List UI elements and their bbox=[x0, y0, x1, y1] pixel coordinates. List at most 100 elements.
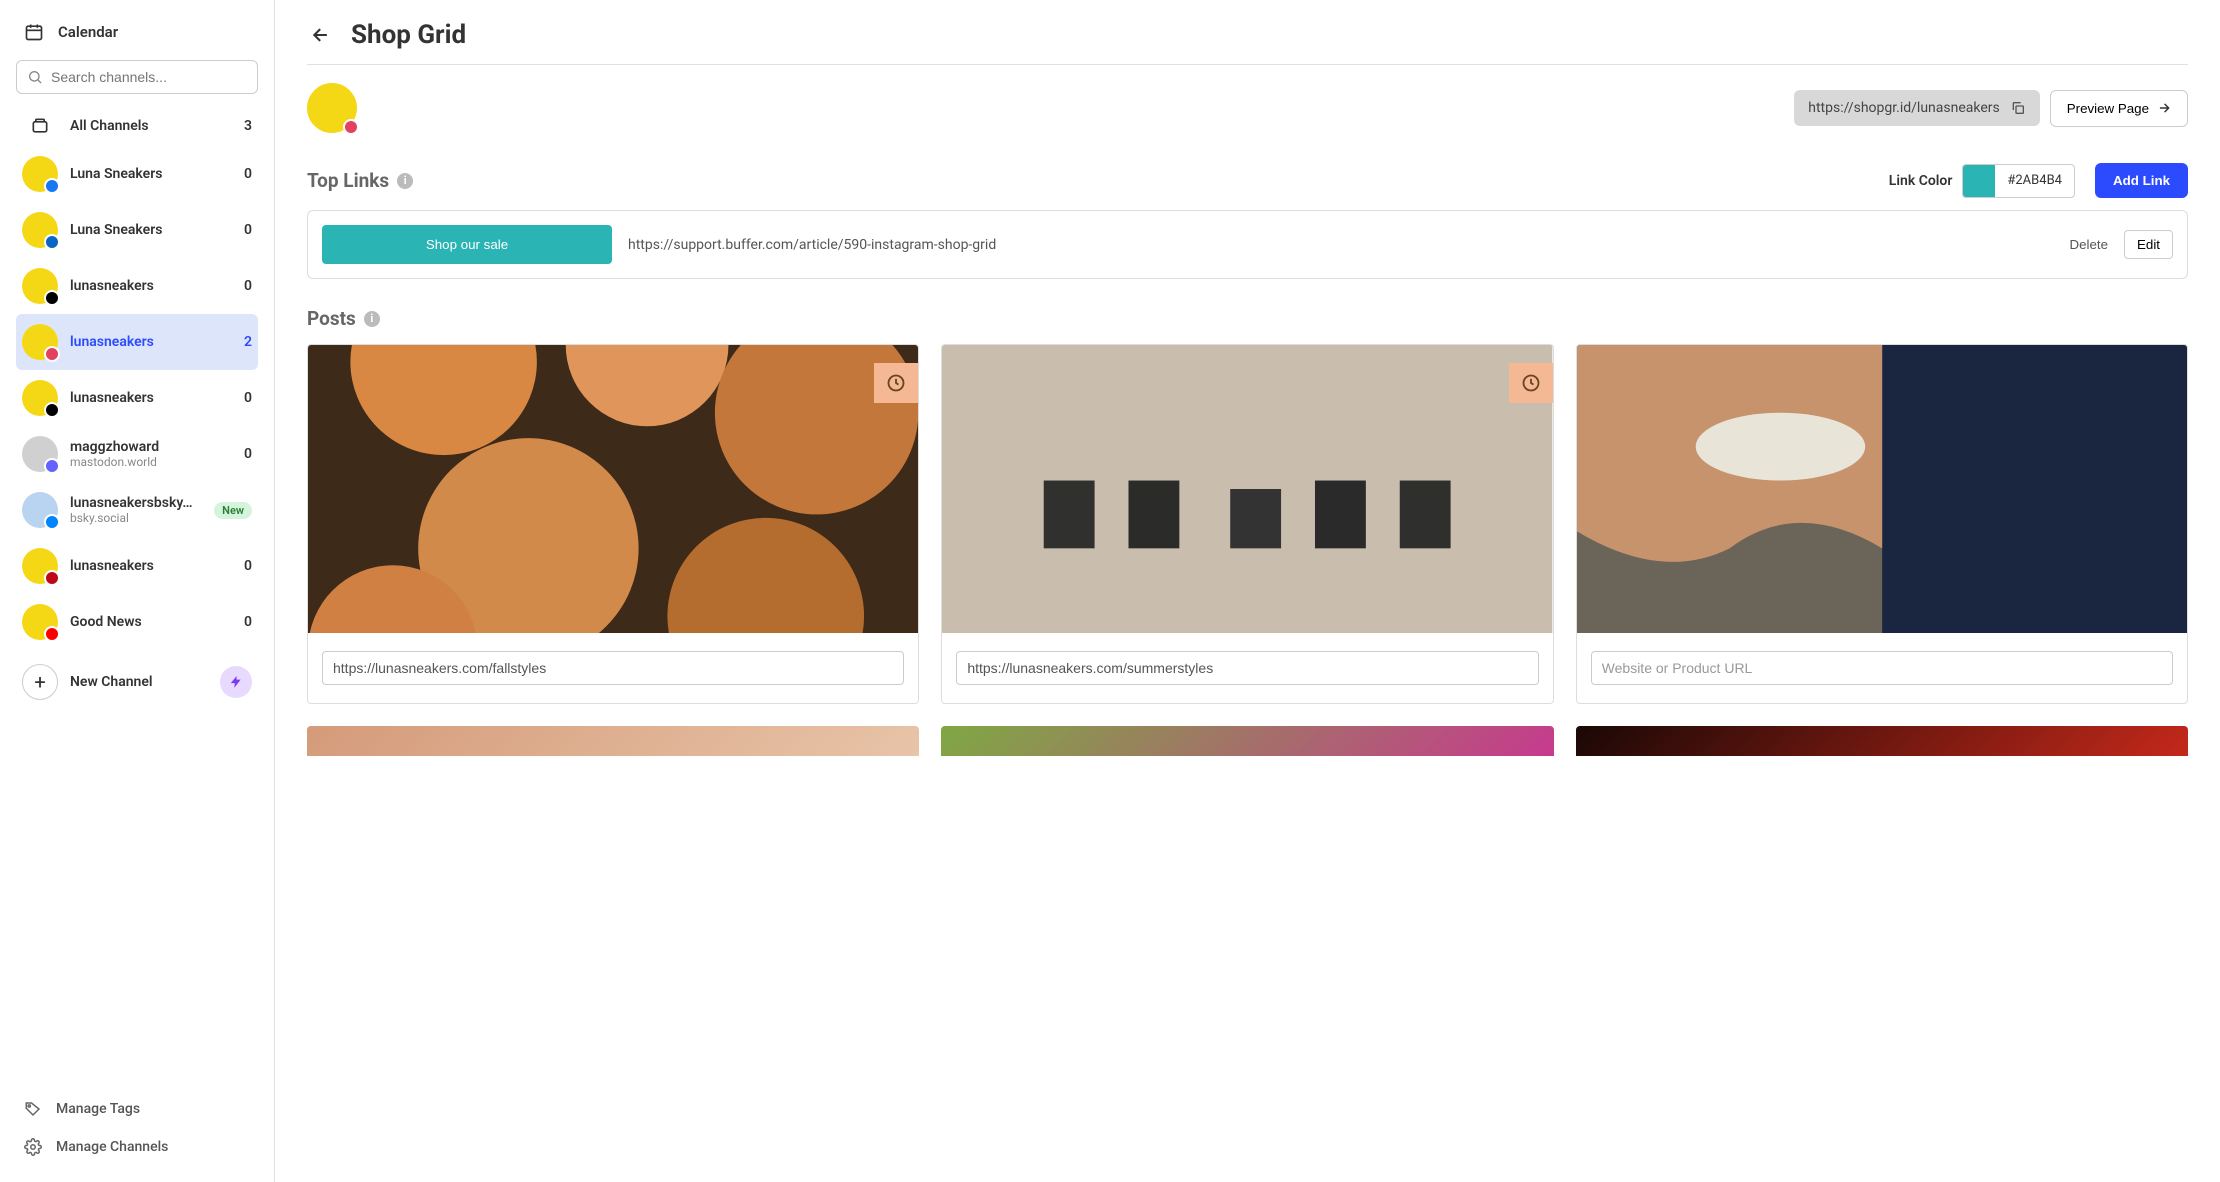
channel-name: Good News bbox=[70, 614, 232, 630]
edit-link-button[interactable]: Edit bbox=[2124, 230, 2173, 259]
manage-tags-link[interactable]: Manage Tags bbox=[16, 1090, 258, 1128]
main: Shop Grid https://shopgr.id/lunasneakers… bbox=[275, 0, 2220, 1182]
new-channel-label: New Channel bbox=[70, 674, 208, 690]
post-image bbox=[942, 345, 1552, 633]
channel-sub: mastodon.world bbox=[70, 455, 232, 469]
channel-count: 0 bbox=[244, 558, 252, 574]
channel-row[interactable]: lunasneakers 0 bbox=[16, 258, 258, 314]
link-card: Shop our sale https://support.buffer.com… bbox=[307, 210, 2188, 279]
avatar bbox=[22, 604, 58, 640]
preview-label: Preview Page bbox=[2067, 101, 2149, 116]
manage-tags-label: Manage Tags bbox=[56, 1101, 140, 1117]
manage-channels-label: Manage Channels bbox=[56, 1139, 168, 1155]
channel-name: lunasneakers bbox=[70, 278, 232, 294]
search-icon bbox=[27, 69, 43, 85]
preview-page-button[interactable]: Preview Page bbox=[2050, 90, 2188, 127]
channel-row[interactable]: lunasneakers 0 bbox=[16, 538, 258, 594]
new-channel-button[interactable]: + New Channel bbox=[16, 650, 258, 714]
scheduled-badge bbox=[874, 363, 918, 403]
all-channels-count: 3 bbox=[244, 118, 252, 134]
header: Shop Grid bbox=[307, 20, 2188, 65]
channel-row[interactable]: Good News 0 bbox=[16, 594, 258, 650]
facebook-icon bbox=[44, 178, 60, 194]
add-link-button[interactable]: Add Link bbox=[2095, 163, 2188, 198]
post-card[interactable] bbox=[941, 726, 1553, 756]
copy-url-button[interactable]: https://shopgr.id/lunasneakers bbox=[1794, 90, 2040, 126]
post-url-input[interactable] bbox=[322, 651, 904, 685]
top-links-header: Top Links i Link Color #2AB4B4 Add Link bbox=[307, 163, 2188, 198]
avatar bbox=[22, 436, 58, 472]
gear-icon bbox=[24, 1138, 42, 1156]
calendar-label: Calendar bbox=[58, 23, 118, 41]
post-card[interactable] bbox=[307, 344, 919, 704]
post-card[interactable] bbox=[307, 726, 919, 756]
channel-count: 0 bbox=[244, 446, 252, 462]
page-title: Shop Grid bbox=[351, 20, 466, 50]
channel-name: lunasneakers bbox=[70, 334, 232, 350]
channel-count: 0 bbox=[244, 278, 252, 294]
avatar bbox=[22, 324, 58, 360]
pinterest-icon bbox=[44, 570, 60, 586]
avatar bbox=[22, 212, 58, 248]
instagram-icon bbox=[44, 346, 60, 362]
bolt-icon bbox=[220, 666, 252, 698]
avatar bbox=[22, 548, 58, 584]
manage-channels-link[interactable]: Manage Channels bbox=[16, 1128, 258, 1166]
link-color-label: Link Color bbox=[1889, 173, 1953, 189]
channel-row-active[interactable]: lunasneakers 2 bbox=[16, 314, 258, 370]
instagram-icon bbox=[343, 119, 359, 135]
tiktok-icon bbox=[44, 402, 60, 418]
youtube-icon bbox=[44, 626, 60, 642]
color-picker[interactable]: #2AB4B4 bbox=[1962, 164, 2075, 198]
channel-name: lunasneakers bbox=[70, 390, 232, 406]
post-url-input[interactable] bbox=[956, 651, 1538, 685]
delete-link-button[interactable]: Delete bbox=[2064, 231, 2115, 258]
channel-row[interactable]: maggzhoward mastodon.world 0 bbox=[16, 426, 258, 482]
channel-name: Luna Sneakers bbox=[70, 166, 232, 182]
avatar bbox=[22, 156, 58, 192]
top-links-title: Top Links bbox=[307, 169, 389, 192]
avatar bbox=[22, 492, 58, 528]
post-card[interactable] bbox=[941, 344, 1553, 704]
link-preview-button[interactable]: Shop our sale bbox=[322, 225, 612, 264]
avatar bbox=[22, 380, 58, 416]
back-button[interactable] bbox=[307, 21, 335, 49]
threads-icon bbox=[44, 290, 60, 306]
channel-count: 0 bbox=[244, 390, 252, 406]
sidebar: Calendar All Channels 3 bbox=[0, 0, 275, 1182]
calendar-link[interactable]: Calendar bbox=[16, 10, 258, 54]
posts-title: Posts bbox=[307, 307, 356, 330]
avatar bbox=[22, 268, 58, 304]
shop-url: https://shopgr.id/lunasneakers bbox=[1808, 100, 2000, 116]
post-card[interactable] bbox=[1576, 344, 2188, 704]
search-input[interactable] bbox=[51, 69, 247, 85]
toolbar: https://shopgr.id/lunasneakers Preview P… bbox=[307, 65, 2188, 163]
search-input-wrap[interactable] bbox=[16, 60, 258, 94]
plus-icon: + bbox=[22, 664, 58, 700]
channel-count: 0 bbox=[244, 222, 252, 238]
tag-icon bbox=[24, 1100, 42, 1118]
channel-row[interactable]: Luna Sneakers 0 bbox=[16, 146, 258, 202]
linkedin-icon bbox=[44, 234, 60, 250]
channel-row[interactable]: Luna Sneakers 0 bbox=[16, 202, 258, 258]
calendar-icon bbox=[24, 22, 44, 42]
channel-row[interactable]: lunasneakersbsky… bsky.social New bbox=[16, 482, 258, 538]
channel-name: lunasneakersbsky… bbox=[70, 495, 202, 511]
channel-name: maggzhoward bbox=[70, 439, 232, 455]
scheduled-badge bbox=[1509, 363, 1553, 403]
info-icon[interactable]: i bbox=[397, 173, 413, 189]
profile-avatar[interactable] bbox=[307, 83, 357, 133]
channel-count: 0 bbox=[244, 166, 252, 182]
color-hex: #2AB4B4 bbox=[1995, 173, 2074, 188]
all-channels-row[interactable]: All Channels 3 bbox=[16, 106, 258, 146]
channel-row[interactable]: lunasneakers 0 bbox=[16, 370, 258, 426]
new-badge: New bbox=[214, 502, 252, 519]
info-icon[interactable]: i bbox=[364, 311, 380, 327]
channel-sub: bsky.social bbox=[70, 511, 202, 525]
channel-name: Luna Sneakers bbox=[70, 222, 232, 238]
post-card[interactable] bbox=[1576, 726, 2188, 756]
mastodon-icon bbox=[44, 458, 60, 474]
arrow-right-icon bbox=[2157, 101, 2171, 115]
post-image bbox=[1577, 345, 2187, 633]
post-url-input[interactable] bbox=[1591, 651, 2173, 685]
